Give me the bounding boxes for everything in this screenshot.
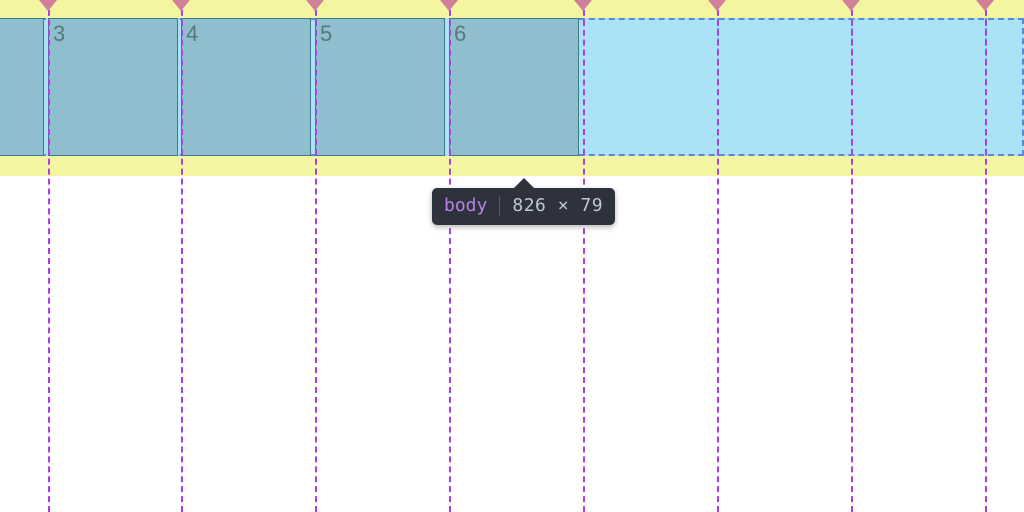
column-guide: [717, 0, 719, 512]
gridline-marker-icon: [574, 0, 592, 11]
gridline-marker-icon: [708, 0, 726, 11]
grid-cell: 5: [315, 18, 445, 156]
gridline-marker-icon: [440, 0, 458, 11]
cell-label: 5: [320, 21, 332, 46]
column-guide: [48, 0, 50, 512]
element-tooltip: body 826 × 79: [432, 188, 615, 225]
gridline-marker-icon: [172, 0, 190, 11]
gridline-marker-icon: [842, 0, 860, 11]
tooltip-separator: [499, 196, 500, 216]
cell-label: 3: [53, 21, 65, 46]
gridline-marker-icon: [39, 0, 57, 11]
inspector-viewport: 3 4 5 6 body 826 × 79: [0, 0, 1024, 512]
gridline-marker-icon: [976, 0, 994, 11]
column-guide: [583, 0, 585, 512]
tooltip-arrow-icon: [514, 178, 534, 188]
column-guide: [449, 0, 451, 512]
grid-cell: 6: [449, 18, 579, 156]
grid-cell: 4: [181, 18, 311, 156]
tooltip-dimensions: 826 × 79: [512, 197, 603, 215]
gridline-marker-icon: [306, 0, 324, 11]
column-guide: [315, 0, 317, 512]
column-guide: [851, 0, 853, 512]
column-guide: [181, 0, 183, 512]
tooltip-tag: body: [444, 197, 487, 215]
cell-label: 4: [186, 21, 198, 46]
grid-cell: [0, 18, 44, 156]
grid-cell: 3: [48, 18, 178, 156]
cell-label: 6: [454, 21, 466, 46]
column-guide: [985, 0, 987, 512]
